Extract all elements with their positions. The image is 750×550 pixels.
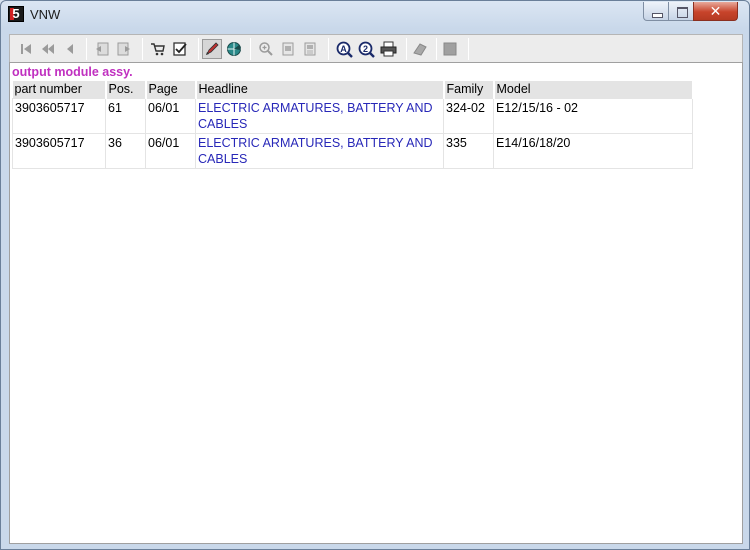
checklist-icon — [173, 42, 187, 56]
column-header-model[interactable]: Model — [493, 81, 694, 98]
column-header-headline[interactable]: Headline — [195, 81, 445, 98]
cell-pos: 61 — [105, 97, 146, 134]
svg-text:A: A — [340, 44, 347, 54]
cell-pos: 36 — [105, 132, 146, 169]
forward-document-button[interactable] — [114, 39, 134, 59]
globe-button[interactable] — [224, 39, 244, 59]
globe-icon — [227, 42, 241, 56]
cart-icon — [151, 43, 165, 56]
results-panel: output module assy. part number Pos. Pag… — [9, 62, 743, 544]
zoom-in-button[interactable] — [256, 39, 276, 59]
app-logo-icon[interactable]: 5 — [8, 6, 24, 22]
window-title: VNW — [30, 7, 61, 22]
results-table: part number Pos. Page Headline Family Mo… — [12, 81, 694, 169]
page-view-button[interactable] — [278, 39, 298, 59]
pen-icon — [206, 42, 219, 55]
prev-page-button[interactable] — [38, 39, 58, 59]
search-a-button[interactable]: A — [334, 39, 354, 59]
checklist-button[interactable] — [170, 39, 190, 59]
eraser-icon — [413, 43, 427, 56]
results-title: output module assy. — [12, 65, 133, 79]
column-header-family[interactable]: Family — [443, 81, 495, 98]
first-record-button[interactable] — [16, 39, 36, 59]
mark-button[interactable] — [202, 39, 222, 59]
minimize-button[interactable] — [643, 2, 669, 21]
table-row[interactable]: 3903605717 61 06/01 ELECTRIC ARMATURES, … — [12, 97, 693, 134]
cell-part-number: 3903605717 — [12, 97, 106, 134]
print-button[interactable] — [378, 39, 398, 59]
search-2-icon: 2 — [358, 41, 375, 58]
cell-family: 324-02 — [443, 97, 494, 134]
column-header-part-number[interactable]: part number — [12, 81, 107, 98]
search-2-button[interactable]: 2 — [356, 39, 376, 59]
maximize-button[interactable] — [668, 2, 694, 21]
svg-text:2: 2 — [362, 44, 367, 54]
page-forward-icon — [117, 42, 130, 56]
close-icon: ✕ — [709, 3, 722, 19]
edit-button[interactable] — [410, 39, 430, 59]
app-window: 5 VNW ✕ A 2 output module assy. part num… — [0, 0, 750, 550]
page-alt-icon — [304, 42, 316, 56]
cell-part-number: 3903605717 — [12, 132, 106, 169]
cell-headline-link[interactable]: ELECTRIC ARMATURES, BATTERY AND CABLES — [195, 132, 444, 169]
page-icon — [282, 42, 294, 56]
back-document-button[interactable] — [92, 39, 112, 59]
page-back-icon — [96, 42, 109, 56]
table-header-row: part number Pos. Page Headline Family Mo… — [12, 81, 694, 98]
cart-button[interactable] — [148, 39, 168, 59]
column-header-page[interactable]: Page — [145, 81, 197, 98]
stop-button[interactable] — [440, 39, 460, 59]
page-view-alt-button[interactable] — [300, 39, 320, 59]
skip-first-icon — [21, 44, 31, 54]
cell-headline-link[interactable]: ELECTRIC ARMATURES, BATTERY AND CABLES — [195, 97, 444, 134]
close-button[interactable]: ✕ — [693, 2, 738, 21]
cell-page: 06/01 — [145, 97, 196, 134]
cell-model: E12/15/16 - 02 — [493, 97, 693, 134]
title-bar[interactable]: 5 VNW ✕ — [1, 1, 749, 27]
magnifier-icon — [259, 42, 273, 56]
search-a-icon: A — [336, 41, 353, 58]
table-row[interactable]: 3903605717 36 06/01 ELECTRIC ARMATURES, … — [12, 132, 693, 169]
cell-family: 335 — [443, 132, 494, 169]
printer-icon — [380, 41, 396, 57]
double-left-icon — [42, 44, 54, 54]
column-header-pos[interactable]: Pos. — [105, 81, 147, 98]
toolbar: A 2 — [9, 34, 743, 62]
square-icon — [443, 42, 457, 56]
cell-page: 06/01 — [145, 132, 196, 169]
cell-model: E14/16/18/20 — [493, 132, 693, 169]
prev-record-button[interactable] — [60, 39, 80, 59]
left-arrow-icon — [67, 44, 73, 54]
